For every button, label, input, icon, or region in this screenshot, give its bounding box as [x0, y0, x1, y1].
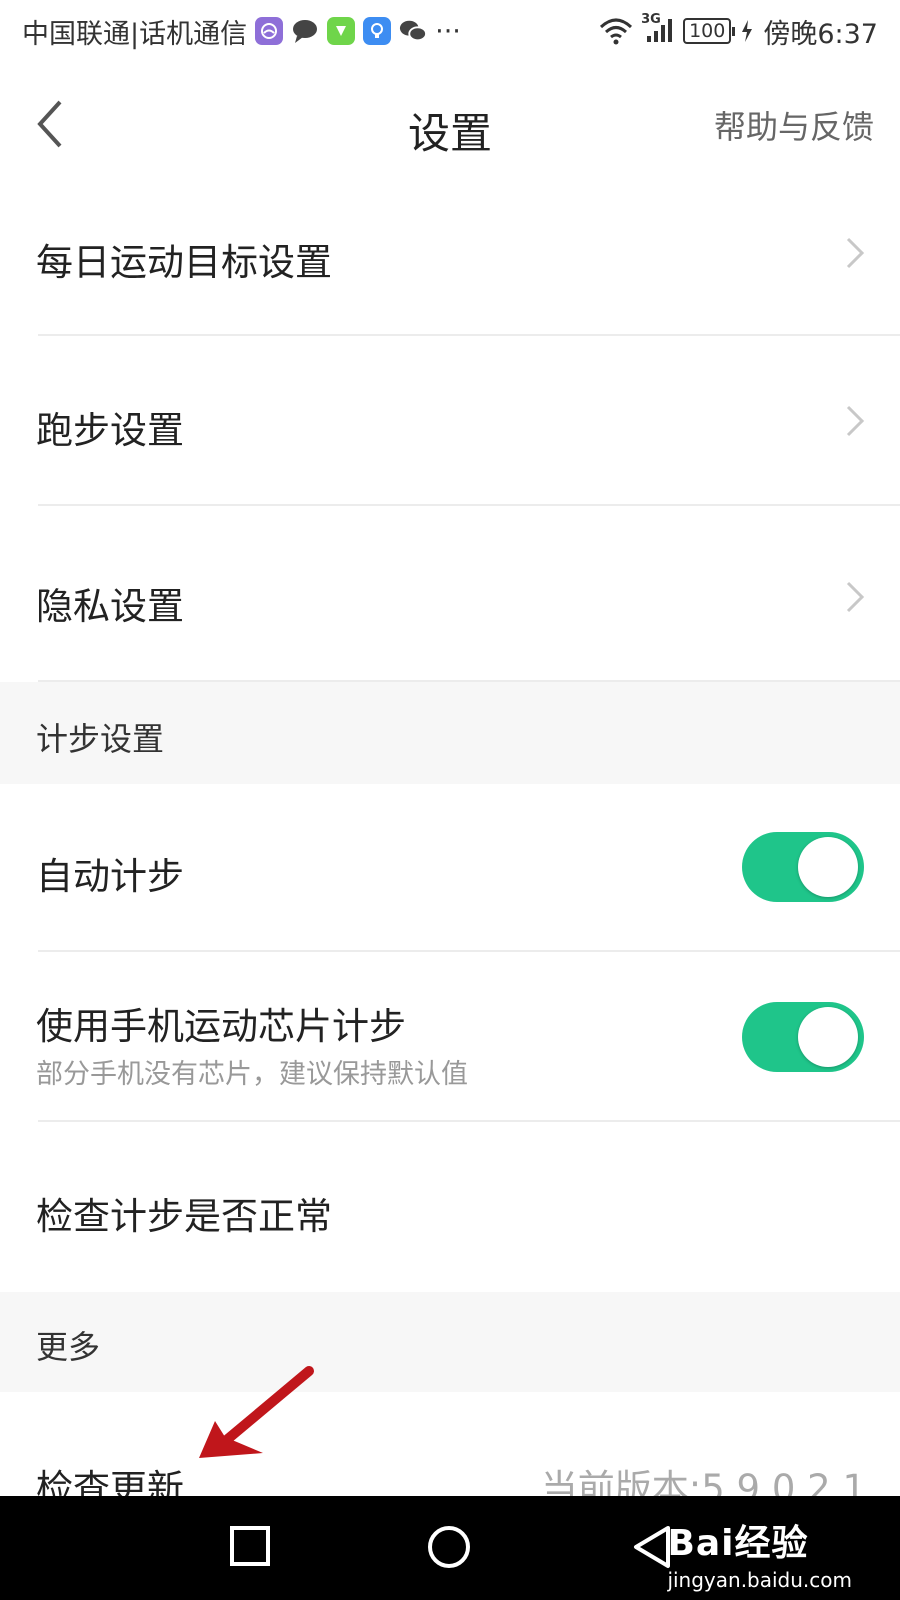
- chevron-right-icon: [846, 405, 865, 437]
- chip-step-row: 使用手机运动芯片计步 部分手机没有芯片，建议保持默认值: [0, 952, 900, 1122]
- clock-text: 傍晚6:37: [763, 18, 878, 50]
- chevron-left-icon: [37, 100, 62, 148]
- running-settings-label: 跑步设置: [36, 409, 184, 452]
- more-section-title: 更多: [36, 1328, 101, 1366]
- watermark-main-text: Bai经验: [667, 1523, 809, 1564]
- charging-icon: [742, 20, 753, 42]
- current-version-text: 当前版本:5.9.0.2.1: [540, 1467, 866, 1496]
- more-section-header: 更多: [0, 1292, 900, 1392]
- chevron-right-icon: [846, 237, 865, 269]
- baidu-jingyan-watermark: Bai经验 jingyan.baidu.com: [667, 1514, 852, 1592]
- battery-indicator: 100: [683, 18, 736, 44]
- status-left: 中国联通|话机通信 ···: [22, 12, 461, 51]
- wechat-notification-icon: [399, 17, 428, 45]
- toggle-knob: [798, 837, 858, 897]
- message-notification-icon: [291, 17, 319, 45]
- privacy-settings-row[interactable]: 隐私设置: [0, 506, 900, 682]
- chip-step-description: 部分手机没有芯片，建议保持默认值: [36, 1059, 468, 1090]
- watermark-sub-text: jingyan.baidu.com: [667, 1568, 852, 1592]
- chip-step-toggle[interactable]: [742, 1002, 864, 1072]
- lightbulb-notification-icon: [363, 17, 392, 45]
- check-step-row[interactable]: 检查计步是否正常: [0, 1122, 900, 1292]
- auto-step-label: 自动计步: [36, 855, 184, 898]
- goal-settings-row[interactable]: 每日运动目标设置: [0, 186, 900, 336]
- goal-settings-label: 每日运动目标设置: [36, 241, 332, 284]
- home-icon[interactable]: [426, 1524, 472, 1570]
- auto-step-toggle[interactable]: [742, 832, 864, 902]
- carrier-text: 中国联通|话机通信: [22, 18, 248, 50]
- chip-step-label: 使用手机运动芯片计步: [36, 1005, 406, 1048]
- recent-apps-icon[interactable]: [228, 1524, 272, 1568]
- status-bar: 中国联通|话机通信 ··· 3G 100 傍晚6:37: [0, 0, 900, 62]
- more-notifications-icon: ···: [435, 15, 461, 47]
- app-notification-icon: [327, 17, 356, 45]
- running-settings-row[interactable]: 跑步设置: [0, 336, 900, 506]
- privacy-settings-label: 隐私设置: [36, 585, 184, 628]
- network-type-label: 3G: [641, 12, 661, 27]
- back-button[interactable]: [30, 98, 70, 150]
- signal-indicator: 3G: [641, 12, 673, 44]
- auto-step-row: 自动计步: [0, 784, 900, 952]
- nav-bar: 设置 帮助与反馈: [0, 62, 900, 186]
- browser-notification-icon: [255, 17, 284, 45]
- toggle-knob: [798, 1007, 858, 1067]
- wifi-icon: [600, 18, 633, 45]
- status-right: 3G 100 傍晚6:37: [599, 12, 878, 51]
- system-nav-bar: Bai经验 jingyan.baidu.com: [0, 1496, 900, 1600]
- check-step-label: 检查计步是否正常: [36, 1195, 332, 1238]
- check-update-row[interactable]: 检查更新 当前版本:5.9.0.2.1: [0, 1392, 900, 1496]
- step-section-title: 计步设置: [36, 720, 165, 758]
- check-update-label: 检查更新: [36, 1467, 184, 1496]
- help-feedback-link[interactable]: 帮助与反馈: [714, 102, 874, 148]
- step-section-header: 计步设置: [0, 682, 900, 784]
- chevron-right-icon: [846, 581, 865, 613]
